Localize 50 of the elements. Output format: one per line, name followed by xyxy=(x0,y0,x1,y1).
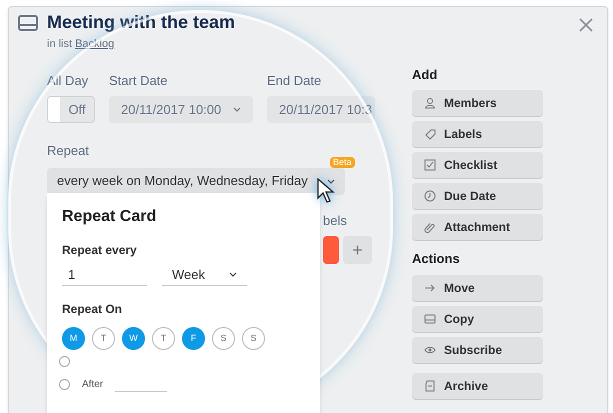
clock-icon xyxy=(424,190,436,202)
date-field[interactable]: 20/11/2017 10:00 xyxy=(109,96,253,123)
chevron-icon xyxy=(327,178,335,184)
radio-button[interactable] xyxy=(59,379,70,390)
sidebar-button[interactable]: Subscribe xyxy=(412,336,543,362)
person-icon xyxy=(424,97,436,109)
field-label: End Date xyxy=(267,72,322,90)
repeat-count-field[interactable]: 1 xyxy=(62,264,147,286)
sidebar-button[interactable]: Labels xyxy=(412,121,543,147)
section-heading: Add xyxy=(412,66,438,84)
day-toggle[interactable]: T xyxy=(92,327,115,350)
chevron-icon xyxy=(229,272,237,277)
sidebar-button[interactable]: Attachment xyxy=(412,214,543,240)
sidebar-button[interactable]: Due Date xyxy=(412,183,543,209)
sidebar-button[interactable]: Copy xyxy=(412,306,543,332)
radio-button[interactable] xyxy=(59,356,70,367)
field-label: Start Date xyxy=(109,72,169,90)
archive-icon xyxy=(424,380,436,392)
radio-label: After xyxy=(82,378,104,392)
card-title: Meeting with the team xyxy=(47,11,236,34)
close-icon xyxy=(578,17,594,33)
field-label: All Day xyxy=(47,72,90,90)
section-label: bels xyxy=(323,212,347,230)
chevron-icon xyxy=(233,107,241,112)
arrow-icon xyxy=(424,282,436,294)
label-swatch[interactable] xyxy=(323,236,339,264)
day-toggle[interactable]: T xyxy=(152,327,175,350)
day-toggle[interactable]: S xyxy=(212,327,235,350)
list-link[interactable]: Backlog xyxy=(75,36,114,52)
card-icon xyxy=(424,312,436,324)
unit-dropdown[interactable]: Week xyxy=(162,264,247,286)
paperclip-icon xyxy=(424,221,436,233)
repeat-dropdown[interactable]: every week on Monday, Wednesday, Friday xyxy=(47,168,345,194)
field-label: Repeat every xyxy=(62,242,138,259)
sidebar-button[interactable]: Move xyxy=(412,274,543,300)
day-toggle[interactable]: S xyxy=(242,327,265,350)
date-field[interactable]: 20/11/2017 10:3 xyxy=(267,96,375,123)
field-label: Repeat On xyxy=(62,301,124,318)
popup-title: Repeat Card xyxy=(62,207,158,227)
sidebar-button[interactable]: Archive xyxy=(412,372,543,398)
tag-icon xyxy=(424,128,436,140)
sidebar-button[interactable]: Checklist xyxy=(412,152,543,178)
field-label: Repeat xyxy=(47,142,90,160)
section-heading: Actions xyxy=(412,250,461,268)
all-day-toggle[interactable]: Off xyxy=(47,96,95,123)
checkbox-icon xyxy=(424,159,436,171)
sidebar-button[interactable]: Members xyxy=(412,90,543,116)
list-prefix: in list xyxy=(47,37,72,52)
beta-badge: Beta xyxy=(330,157,355,168)
card-icon xyxy=(18,15,38,31)
